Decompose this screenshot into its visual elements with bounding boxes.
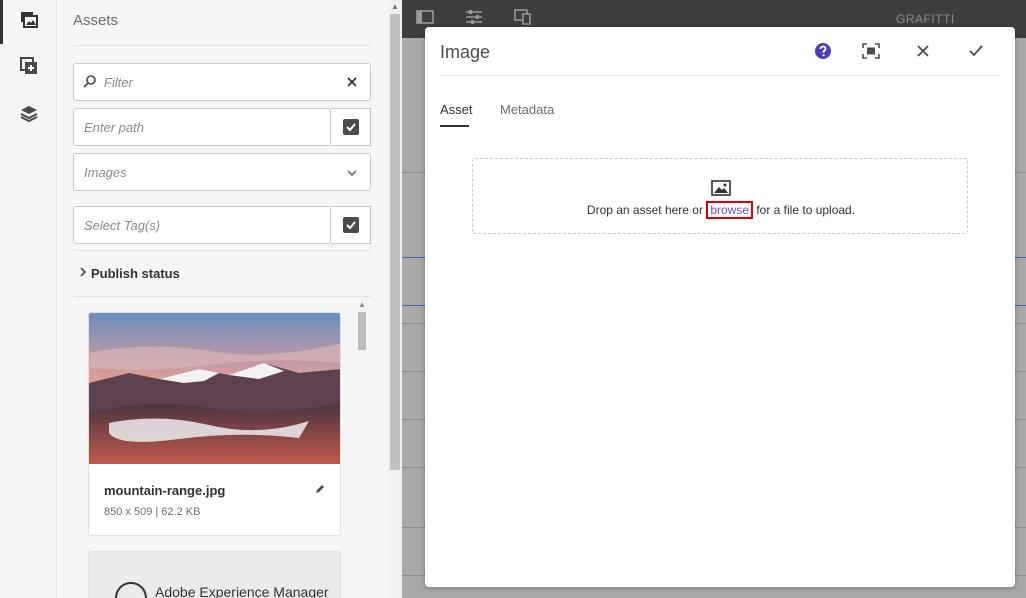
assets-scrollbar[interactable]: ▲ xyxy=(357,298,367,598)
tags-placeholder: Select Tag(s) xyxy=(84,218,161,233)
asset-type-select[interactable]: Images xyxy=(73,153,371,191)
tab-metadata[interactable]: Metadata xyxy=(500,102,554,117)
checkbox-icon xyxy=(342,217,359,233)
path-placeholder: Enter path xyxy=(84,120,144,135)
drop-text-after: for a file to upload. xyxy=(753,203,856,217)
pencil-icon[interactable] xyxy=(314,482,326,500)
tags-field[interactable]: Select Tag(s) xyxy=(73,206,331,244)
divider xyxy=(440,75,1000,76)
asset-name: Adobe Experience Manager xyxy=(155,584,329,598)
asset-name: mountain-range.jpg xyxy=(104,483,226,498)
scrollbar-thumb[interactable] xyxy=(390,14,400,470)
rail-content-tree-button[interactable] xyxy=(0,94,57,138)
help-icon xyxy=(814,42,832,65)
scrollbar-thumb[interactable] xyxy=(358,312,366,350)
divider xyxy=(73,296,371,297)
asset-card[interactable]: mountain-range.jpg 850 x 509 | 62.2 KB xyxy=(88,312,341,536)
chevron-right-icon[interactable] xyxy=(78,266,88,281)
cancel-button[interactable] xyxy=(909,41,937,65)
image-dialog: Image Asset Metadata Drop an asset here … xyxy=(425,27,1015,587)
layers-icon xyxy=(20,105,38,128)
filter-placeholder: Filter xyxy=(104,75,133,90)
rail-components-button[interactable] xyxy=(0,46,57,90)
path-field[interactable]: Enter path xyxy=(73,108,331,146)
checkmark-icon xyxy=(968,44,984,63)
panel-scrollbar[interactable]: ▲ xyxy=(388,0,402,598)
rail-assets-button[interactable] xyxy=(0,0,57,44)
asset-drop-zone[interactable]: Drop an asset here or browse for a file … xyxy=(472,158,968,234)
help-button[interactable] xyxy=(809,41,837,65)
scroll-up-icon[interactable]: ▲ xyxy=(358,300,366,309)
assets-icon xyxy=(19,11,39,34)
tab-asset[interactable]: Asset xyxy=(440,102,473,117)
clear-icon[interactable] xyxy=(346,75,358,93)
fullscreen-button[interactable] xyxy=(857,41,885,65)
asset-card[interactable]: Adobe Experience Manager xyxy=(88,551,341,598)
dialog-title: Image xyxy=(440,42,491,62)
drop-instructions: Drop an asset here or browse for a file … xyxy=(473,201,969,219)
asset-type-value: Images xyxy=(84,165,127,180)
chevron-down-icon xyxy=(346,166,358,184)
panel-title: Assets xyxy=(73,12,119,29)
publish-status-toggle[interactable]: Publish status xyxy=(91,266,180,281)
divider xyxy=(73,250,371,251)
asset-meta: 850 x 509 | 62.2 KB xyxy=(104,506,201,518)
checkbox-icon xyxy=(342,119,359,135)
image-icon xyxy=(711,180,731,201)
drop-text-before: Drop an asset here or xyxy=(586,203,707,217)
aem-logo-icon xyxy=(115,582,147,598)
tags-picker-button[interactable] xyxy=(331,206,371,244)
done-button[interactable] xyxy=(962,41,990,65)
scroll-up-icon[interactable]: ▲ xyxy=(391,2,399,11)
active-tab-indicator xyxy=(440,125,469,127)
side-rail xyxy=(0,0,57,598)
filter-input[interactable]: Filter xyxy=(73,63,371,101)
assets-panel: Assets Filter Enter path Images Select T… xyxy=(58,0,388,598)
search-icon xyxy=(83,74,97,93)
close-icon xyxy=(916,44,930,63)
components-icon xyxy=(19,56,38,80)
path-picker-button[interactable] xyxy=(331,108,371,146)
divider xyxy=(73,45,371,46)
asset-thumbnail xyxy=(89,313,340,464)
page-brand-text: GRAFITTI xyxy=(896,12,955,26)
fullscreen-icon xyxy=(862,42,880,64)
browse-link[interactable]: browse xyxy=(706,201,753,219)
